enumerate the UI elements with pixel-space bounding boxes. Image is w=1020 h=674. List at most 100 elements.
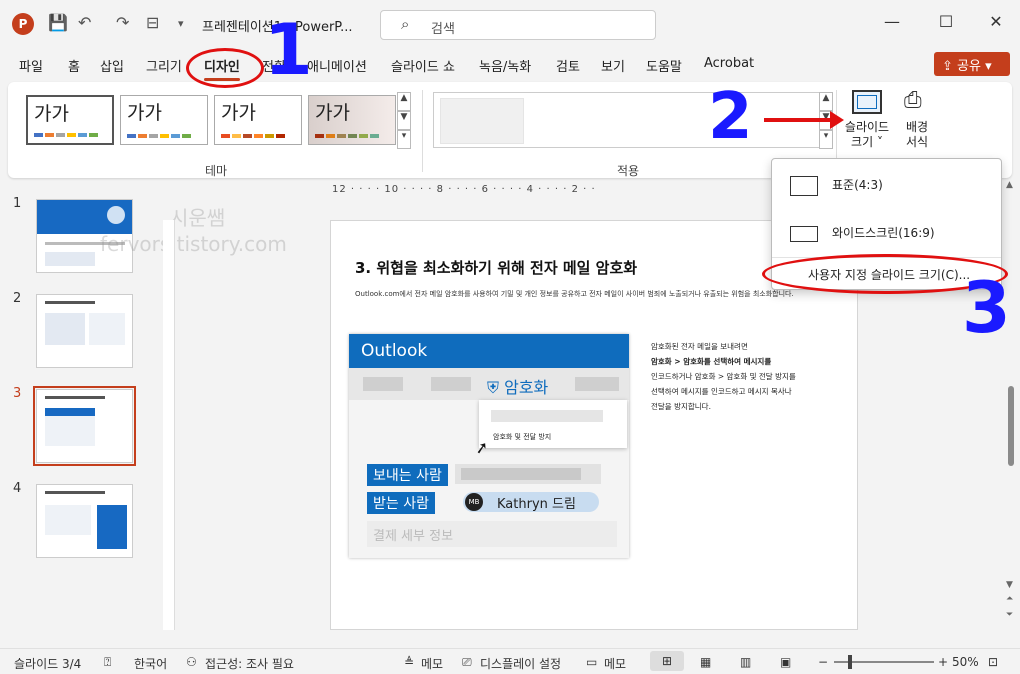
billing-field: 결제 세부 정보 [367, 521, 617, 547]
scrollbar-thumb[interactable] [1008, 386, 1014, 466]
fit-to-window-icon[interactable]: ⊡ [988, 655, 998, 669]
spellcheck-icon[interactable]: ⍰ [104, 655, 111, 670]
slide-thumbnail-2[interactable] [36, 294, 133, 368]
normal-view-icon[interactable]: ⊞ [650, 651, 684, 671]
reading-view-icon[interactable]: ▥ [740, 655, 751, 669]
tab-home[interactable]: 홈 [68, 56, 80, 75]
zoom-level[interactable]: 50% [952, 655, 979, 669]
group-label-theme: 테마 [205, 164, 228, 178]
shield-lock-icon: ⛨ [487, 378, 500, 397]
theme-2[interactable]: 가가 [120, 95, 208, 145]
redo-icon[interactable]: ↷ [116, 13, 129, 32]
horizontal-ruler: 12 · · · · 10 · · · · 8 · · · · 6 · · · … [332, 184, 596, 195]
tab-review[interactable]: 검토 [556, 56, 580, 75]
tab-acrobat[interactable]: Acrobat [704, 56, 754, 71]
variant-more-button[interactable]: ▾ [819, 130, 833, 149]
format-background-button[interactable]: ⎙ 배경 서식 [896, 86, 938, 154]
next-slide-icon[interactable]: ⏷ [1006, 610, 1013, 620]
encrypt-button: ⛨ 암호화 [487, 378, 549, 397]
slide-side-text[interactable]: 암호화된 전자 메일을 보내려면 암호화 > 암호화를 선택하여 메시지를 인코… [651, 339, 841, 414]
comments-button[interactable]: 메모 [604, 655, 626, 672]
share-icon: ⇪ [942, 59, 953, 74]
scroll-up-icon[interactable]: ▲ [1006, 180, 1013, 190]
variant-thumb[interactable] [440, 98, 524, 144]
theme-thumb-text: 가가 [221, 102, 256, 124]
gallery-up-button[interactable]: ▲ [397, 92, 411, 111]
encrypt-prevent-forward-item: 암호화 및 전달 방지 [493, 433, 552, 441]
tab-help[interactable]: 도움말 [646, 56, 682, 75]
group-label-variant: 적용 [617, 164, 640, 178]
zoom-out-icon[interactable]: − [818, 655, 828, 669]
gallery-down-button[interactable]: ▼ [397, 111, 411, 130]
annotation-number-2: 2 [708, 80, 753, 154]
tab-file[interactable]: 파일 [19, 56, 43, 75]
slide-heading[interactable]: 3. 위협을 최소화하기 위해 전자 메일 암호화 [355, 257, 637, 278]
slide-number: 1 [13, 196, 22, 211]
tab-record[interactable]: 녹음/녹화 [479, 56, 531, 75]
theme-office[interactable]: 가가 [26, 95, 114, 145]
encrypt-dropdown: 암호화 및 전달 방지 [479, 400, 627, 448]
toolbar-placeholder [363, 377, 403, 391]
menu-item-standard[interactable]: 표준(4:3) [772, 163, 1001, 203]
recipient-pill: MB Kathryn 드림 [463, 492, 599, 512]
tab-slideshow[interactable]: 슬라이드 쇼 [391, 56, 455, 75]
annotation-arrow [764, 111, 844, 129]
zoom-slider[interactable] [834, 655, 934, 669]
theme-3[interactable]: 가가 [214, 95, 302, 145]
maximize-button[interactable]: ☐ [926, 12, 966, 31]
language-label[interactable]: 한국어 [134, 655, 167, 672]
accessibility-label[interactable]: 접근성: 조사 필요 [205, 655, 294, 672]
slide-thumbnail-3[interactable] [33, 386, 136, 466]
present-from-start-icon[interactable]: ⊟ [146, 13, 159, 32]
format-background-label: 배경 서식 [905, 120, 929, 149]
zoom-in-icon[interactable]: + [938, 655, 948, 669]
outlook-screenshot[interactable]: Outlook ⛨ 암호화 암호화 및 전달 방지 ➚ 보내는 사람 받는 사람… [349, 334, 629, 558]
slide-sorter-icon[interactable]: ▦ [700, 655, 711, 669]
save-icon[interactable]: 💾 [48, 13, 68, 32]
close-button[interactable]: ✕ [976, 12, 1016, 31]
gallery-more-button[interactable]: ▾ [397, 130, 411, 149]
tab-animations[interactable]: 애니메이션 [307, 56, 367, 75]
theme-4[interactable]: 가가 [308, 95, 396, 145]
format-background-icon: ⎙ [904, 88, 922, 113]
editor-scrollbar[interactable]: ▲ ▼ ⏶ ⏷ [1004, 180, 1018, 640]
accessibility-icon: ⚇ [186, 655, 197, 669]
notes-button[interactable]: 메모 [421, 655, 443, 672]
title-bar: P 💾 ↶ ↷ ⊟ ▾ 프레젠테이션1 - PowerP... ⌕ 검색 — ☐… [0, 0, 1020, 48]
slideshow-icon[interactable]: ▣ [780, 655, 791, 669]
menu-item-widescreen[interactable]: 와이드스크린(16:9) [772, 211, 1001, 251]
slide-paragraph[interactable]: Outlook.com에서 전자 메일 암호화를 사용하여 기밀 및 개인 정보… [355, 289, 835, 299]
slide-position: 슬라이드 3/4 [14, 657, 82, 671]
theme-colors [127, 134, 191, 138]
search-placeholder: 검색 [431, 22, 455, 37]
slide-size-label: 슬라이드 크기 ˅ [844, 120, 890, 149]
tab-insert[interactable]: 삽입 [100, 56, 124, 75]
slide-thumbnail-4[interactable] [36, 484, 133, 558]
theme-thumb-text: 가가 [315, 102, 350, 124]
ribbon-tabs: 파일 홈 삽입 그리기 디자인 전환 애니메이션 슬라이드 쇼 녹음/녹화 검토… [0, 48, 1020, 81]
share-button[interactable]: ⇪ 공유 ▾ [934, 52, 1010, 76]
slide-number: 3 [13, 386, 22, 401]
zoom-slider-handle[interactable] [848, 655, 852, 669]
display-settings-button[interactable]: 디스플레이 설정 [480, 655, 561, 672]
customize-toolbar-icon[interactable]: ▾ [178, 17, 184, 30]
group-separator [422, 90, 423, 172]
prev-slide-icon[interactable]: ⏶ [1006, 594, 1013, 604]
theme-thumb-text: 가가 [34, 103, 69, 125]
undo-icon[interactable]: ↶ [78, 13, 91, 32]
variant-up-button[interactable]: ▲ [819, 92, 833, 111]
minimize-button[interactable]: — [872, 12, 912, 31]
chevron-down-icon: ▾ [985, 59, 992, 74]
slide-size-button[interactable]: 슬라이드 크기 ˅ [840, 86, 894, 154]
status-bar: 슬라이드 3/4 ⍰ 한국어 ⚇ 접근성: 조사 필요 ≜ 메모 ⎚ 디스플레이… [0, 648, 1020, 674]
theme-colors [221, 134, 285, 138]
watermark: 시운쌤 fervors.tistory.com [100, 206, 287, 256]
tab-view[interactable]: 보기 [601, 56, 625, 75]
slide-size-icon [852, 90, 882, 114]
annotation-number-3: 3 [962, 267, 1011, 349]
tab-draw[interactable]: 그리기 [146, 56, 182, 75]
comments-icon: ▭ [586, 655, 598, 669]
scroll-down-icon[interactable]: ▼ [1006, 580, 1013, 590]
powerpoint-logo-icon: P [12, 13, 34, 35]
search-input[interactable]: ⌕ 검색 [380, 10, 656, 40]
